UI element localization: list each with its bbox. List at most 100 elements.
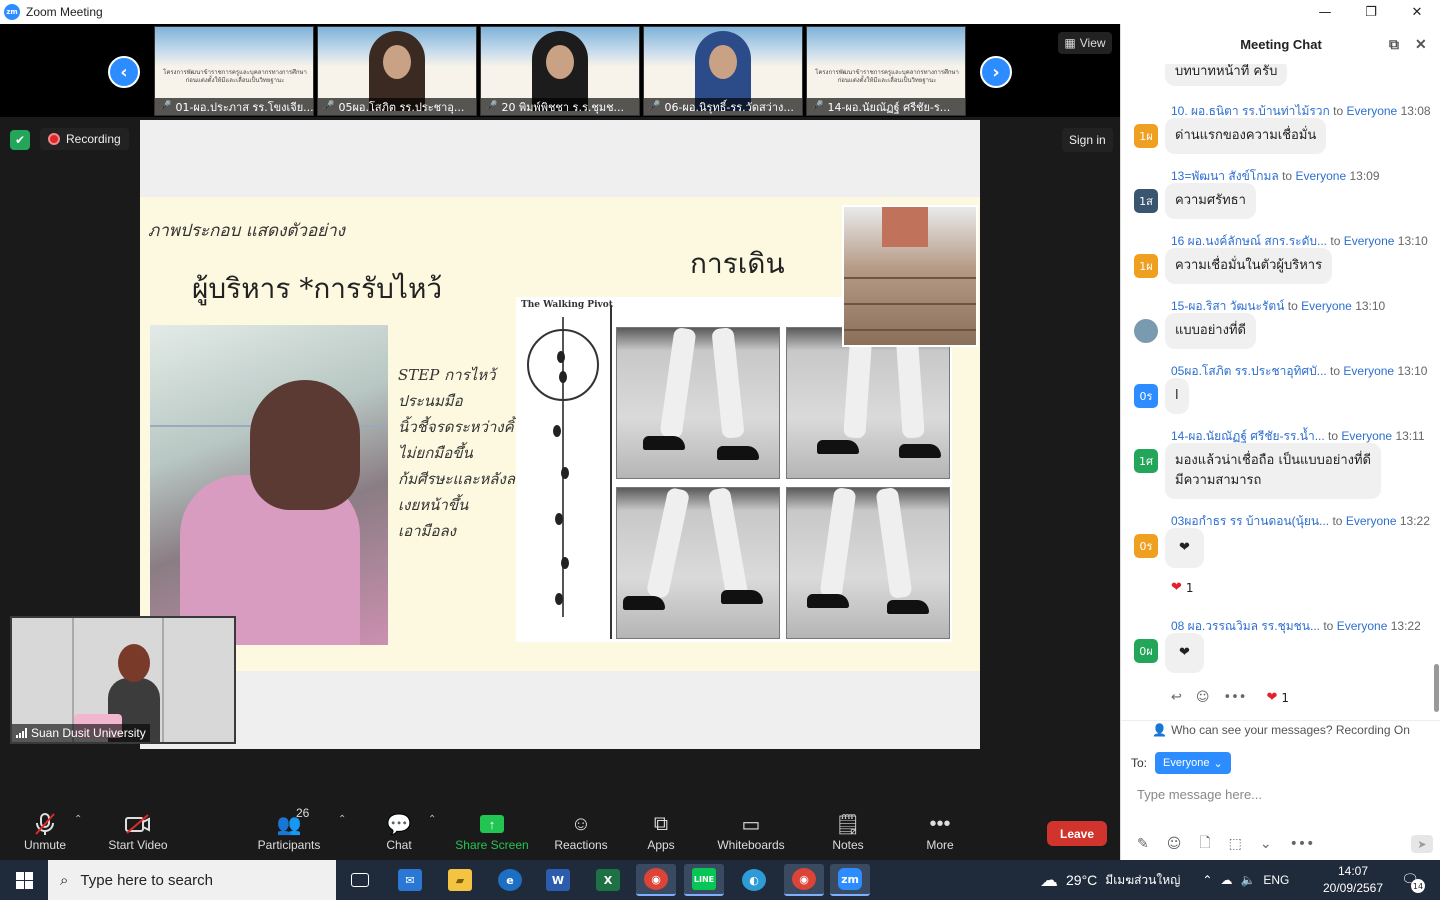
sender-name[interactable]: 03ผอกำธร รร บ้านดอน(นุ้ยน... <box>1171 514 1329 528</box>
avatar <box>1134 319 1158 343</box>
participant-thumbnail[interactable]: โครงการพัฒนาข้าราชการครูและบุคลากรทางการ… <box>806 26 966 116</box>
send-icon[interactable]: ➤ <box>1411 835 1433 853</box>
sender-name[interactable]: 15-ผอ.ริสา วัฒนะรัตน์ <box>1171 299 1284 313</box>
task-view-icon[interactable] <box>340 864 380 896</box>
window-controls: — ❐ ✕ <box>1302 0 1440 24</box>
chat-bubble[interactable]: บทบาทหน้าที่ ครับ <box>1165 64 1288 86</box>
start-video-button[interactable]: Start Video <box>93 810 183 852</box>
chrome-profile-icon[interactable]: ◉ <box>784 864 824 896</box>
to-label: To: <box>1131 756 1148 770</box>
close-chat-icon[interactable]: ✕ <box>1415 36 1427 53</box>
close-window-button[interactable]: ✕ <box>1394 0 1440 24</box>
recipient-dropdown[interactable]: Everyone ⌄ <box>1155 752 1231 774</box>
sender-name[interactable]: 08 ผอ.วรรณวิมล รร.ชุมชน... <box>1171 619 1320 633</box>
chat-bubble[interactable]: ความศรัทธา <box>1165 183 1256 219</box>
screenshot-icon[interactable]: ⬚ <box>1229 836 1242 852</box>
share-screen-button[interactable]: ↑ Share Screen <box>447 810 537 852</box>
step-line: ก้มศีรษะและหลังลง <box>398 470 523 488</box>
edge-browser-icon[interactable]: e <box>490 864 530 896</box>
message-time: 13:22 <box>1399 514 1430 528</box>
reaction-chip[interactable]: ❤ 1 <box>1266 690 1289 705</box>
whiteboard-icon: ▭ <box>741 813 761 836</box>
gallery-next-button[interactable]: › <box>980 56 1012 88</box>
security-shield-icon[interactable]: ✔ <box>10 130 30 150</box>
participant-thumbnail[interactable]: โครงการพัฒนาข้าราชการครูและบุคลากรทางการ… <box>154 26 314 116</box>
popout-icon[interactable]: ⧉ <box>1389 36 1399 53</box>
taskbar-clock[interactable]: 14:07 20/09/2567 <box>1318 863 1388 897</box>
edge-app-icon[interactable]: ◐ <box>734 864 774 896</box>
tools-chevron-icon[interactable]: ⌄ <box>1260 836 1272 852</box>
participant-thumbnail[interactable]: 🎤 05ผอ.โสภิต รร.ประชาอุ... <box>317 26 477 116</box>
chat-message-input[interactable] <box>1137 782 1427 806</box>
start-video-label: Start Video <box>108 838 168 852</box>
gallery-prev-button[interactable]: ‹ <box>108 56 140 88</box>
volume-icon[interactable]: 🔈 <box>1240 873 1255 887</box>
recording-indicator[interactable]: Recording <box>40 128 129 150</box>
format-text-icon[interactable]: ✎ <box>1137 836 1149 852</box>
minimize-button[interactable]: — <box>1302 0 1348 24</box>
participant-thumbnail[interactable]: 🎤 20 พิมพ์พิชชา ร.ร.ชุมช... <box>480 26 640 116</box>
word-app-icon[interactable]: W <box>538 864 578 896</box>
chevron-left-icon: ‹ <box>120 61 128 83</box>
chat-meta: 03ผอกำธร รร บ้านดอน(นุ้ยน... to Everyone… <box>1171 514 1430 528</box>
line-app-icon[interactable]: LINE <box>684 864 724 896</box>
self-view-video[interactable]: Suan Dusit University <box>10 616 236 744</box>
more-tools-icon[interactable]: ••• <box>1290 836 1315 852</box>
start-button[interactable] <box>0 860 48 900</box>
who-can-see-notice[interactable]: 👤 Who can see your messages? Recording O… <box>1121 720 1440 738</box>
notes-button[interactable]: 🗒 Notes <box>803 810 893 853</box>
reaction-chip[interactable]: ❤ 1 <box>1171 580 1194 595</box>
chat-bubble[interactable]: แบบอย่างที่ดี <box>1165 313 1256 349</box>
reply-icon[interactable]: ↩ <box>1171 690 1182 705</box>
wai-steps-list: STEP การไหว้ ประนมมือ นิ้วชี้จรดระหว่างค… <box>398 362 522 544</box>
chat-bubble[interactable]: l <box>1165 378 1189 414</box>
whiteboards-button[interactable]: ▭ Whiteboards <box>706 810 796 853</box>
more-button[interactable]: ••• More <box>895 810 985 853</box>
chat-bubble[interactable]: ความเชื่อมั่นในตัวผู้บริหาร <box>1165 248 1333 284</box>
emoji-icon[interactable]: ☺ <box>1167 836 1182 852</box>
file-icon[interactable]: 🗋 <box>1199 832 1210 856</box>
temperature[interactable]: 29°C <box>1066 872 1097 888</box>
participant-thumbnail[interactable]: 🎤 06-ผอ.นิรุทธิ์-รร.วัดสว่าง... <box>643 26 803 116</box>
apps-button[interactable]: ⧉ Apps <box>616 810 706 853</box>
thumbnail-namebar: 🎤 01-ผอ.ประภาส รร.โขงเจีย... <box>155 98 313 115</box>
participants-options-caret[interactable]: ⌃ <box>338 814 346 825</box>
zoom-app-icon[interactable]: zm <box>830 864 870 896</box>
chat-bubble[interactable]: ด่านแรกของความเชื่อมั่น <box>1165 118 1327 154</box>
participant-name: 20 พิมพ์พิชชา ร.ร.ชุมช... <box>501 100 625 114</box>
sender-name[interactable]: 13=พัฒนา สังข์โกมล <box>1171 169 1279 183</box>
weather-text[interactable]: มีเมฆส่วนใหญ่ <box>1105 871 1180 890</box>
sender-name[interactable]: 05ผอ.โสภิต รร.ประชาอุทิศบั... <box>1171 364 1327 378</box>
language-indicator[interactable]: ENG <box>1263 873 1289 887</box>
maximize-button[interactable]: ❐ <box>1348 0 1394 24</box>
tray-chevron-icon[interactable]: ⌃ <box>1202 873 1212 887</box>
self-view-namebar: Suan Dusit University <box>12 724 150 742</box>
mail-app-icon[interactable]: ✉ <box>390 864 430 896</box>
chat-scrollbar[interactable] <box>1434 664 1439 712</box>
notification-center-icon[interactable]: 🗨 14 <box>1398 869 1425 893</box>
chat-bubble-line: มองแล้วน่าเชื่อถือ เป็นแบบอย่างที่ดี <box>1175 453 1371 468</box>
sender-name[interactable]: 14-ผอ.นัยณัฏฐ์ ศรีชัย-รร.น้ำ... <box>1171 429 1325 443</box>
heart-emoji-bubble[interactable]: ❤ <box>1165 633 1204 673</box>
sender-name[interactable]: 16 ผอ.นงค์ลักษณ์ สกร.ระดับ... <box>1171 234 1327 248</box>
audio-options-caret[interactable]: ⌃ <box>74 814 82 825</box>
participants-button[interactable]: 👥 26 Participants <box>244 806 334 852</box>
excel-app-icon[interactable]: X <box>588 864 628 896</box>
add-reaction-icon[interactable]: ☺ <box>1196 690 1210 705</box>
chrome-app-icon[interactable]: ◉ <box>636 864 676 896</box>
view-button[interactable]: ▦ View <box>1058 32 1112 54</box>
more-actions-icon[interactable]: ••• <box>1223 690 1246 705</box>
chat-message-list[interactable]: บทบาทหน้าที่ ครับ 10. ผอ.ธนิตา รร.บ้านท่… <box>1121 64 1440 719</box>
ellipsis-icon: ••• <box>929 812 951 835</box>
taskbar-search[interactable]: ⌕ Type here to search <box>48 860 336 900</box>
sender-name[interactable]: 10. ผอ.ธนิตา รร.บ้านท่าไม้รวก <box>1171 104 1330 118</box>
leave-button[interactable]: Leave <box>1047 821 1107 846</box>
step-line: STEP การไหว้ <box>398 366 496 384</box>
file-explorer-icon[interactable]: ▰ <box>440 864 480 896</box>
chat-options-caret[interactable]: ⌃ <box>428 814 436 825</box>
network-icon[interactable]: ☁ <box>1220 873 1232 887</box>
reactions-button[interactable]: ☺ Reactions <box>536 810 626 853</box>
heart-emoji-bubble[interactable]: ❤ <box>1165 528 1204 568</box>
sign-in-button[interactable]: Sign in <box>1062 128 1113 152</box>
chat-bubble[interactable]: มองแล้วน่าเชื่อถือ เป็นแบบอย่างที่ดี มีค… <box>1165 443 1381 499</box>
